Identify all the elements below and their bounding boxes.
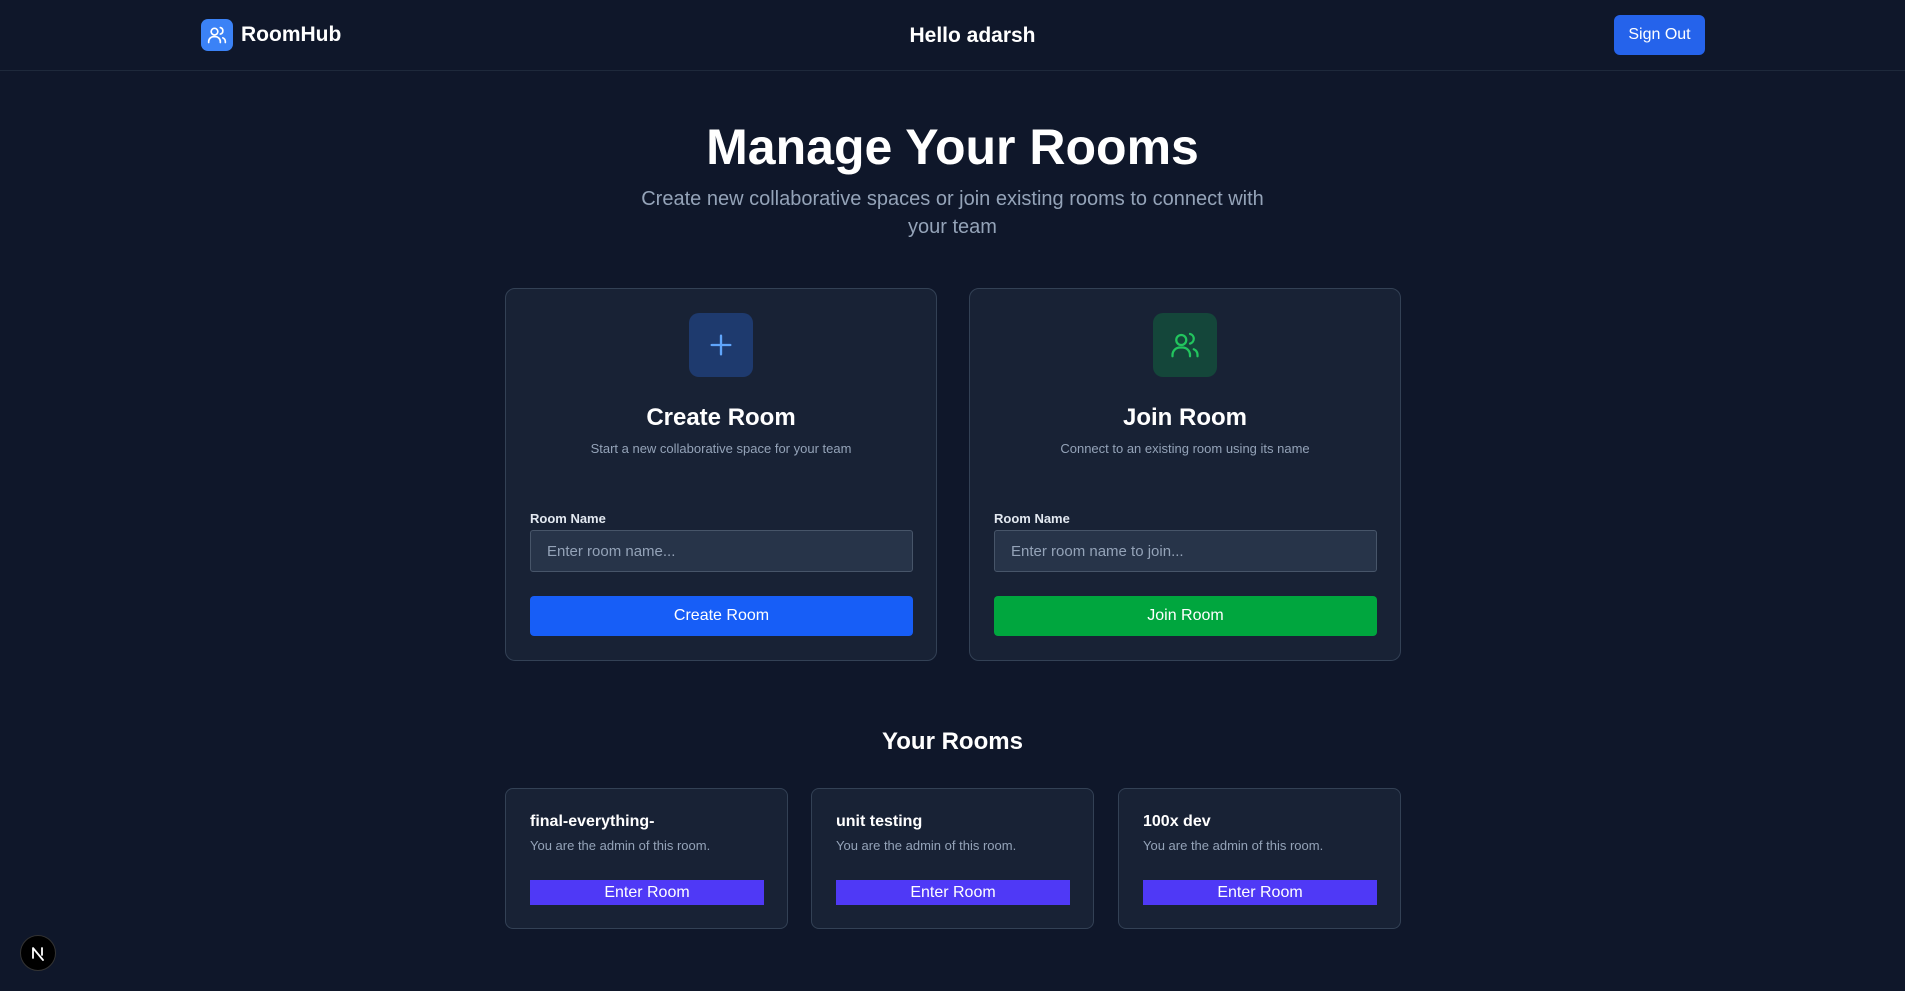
top-navbar: RoomHub Hello adarsh Sign Out [0, 0, 1905, 71]
join-room-title: Join Room [1123, 404, 1247, 431]
nextjs-logo-icon[interactable] [20, 935, 56, 971]
join-room-description: Connect to an existing room using its na… [1060, 441, 1310, 456]
room-name: 100x dev [1143, 813, 1211, 830]
room-role: You are the admin of this room. [836, 838, 1017, 853]
room-role: You are the admin of this room. [530, 838, 711, 853]
create-room-card: Create Room Start a new collaborative sp… [505, 288, 937, 661]
your-rooms-heading: Your Rooms [882, 728, 1023, 755]
create-room-title: Create Room [646, 404, 796, 431]
plus-icon [689, 313, 753, 377]
page-title: Manage Your Rooms [706, 119, 1199, 175]
join-room-name-input[interactable] [994, 530, 1377, 572]
users-icon [1153, 313, 1217, 377]
join-room-card: Join Room Connect to an existing room us… [969, 288, 1401, 661]
create-room-button[interactable]: Create Room [530, 596, 913, 636]
page: RoomHub Hello adarsh Sign Out Manage You… [0, 0, 1905, 991]
room-card: unit testing You are the admin of this r… [811, 788, 1094, 929]
join-room-name-label: Room Name [994, 511, 1070, 526]
room-role: You are the admin of this room. [1143, 838, 1324, 853]
create-room-name-label: Room Name [530, 511, 606, 526]
room-name: unit testing [836, 813, 923, 830]
enter-room-button[interactable]: Enter Room [836, 880, 1070, 905]
room-card: 100x dev You are the admin of this room.… [1118, 788, 1401, 929]
create-room-description: Start a new collaborative space for your… [590, 441, 852, 456]
sign-out-button[interactable]: Sign Out [1614, 15, 1705, 55]
page-subtitle: Create new collaborative spaces or join … [641, 188, 1264, 238]
enter-room-button[interactable]: Enter Room [530, 880, 764, 905]
create-room-name-input[interactable] [530, 530, 913, 572]
enter-room-button[interactable]: Enter Room [1143, 880, 1377, 905]
room-name: final-everything- [530, 813, 655, 830]
join-room-button[interactable]: Join Room [994, 596, 1377, 636]
room-card: final-everything- You are the admin of t… [505, 788, 788, 929]
